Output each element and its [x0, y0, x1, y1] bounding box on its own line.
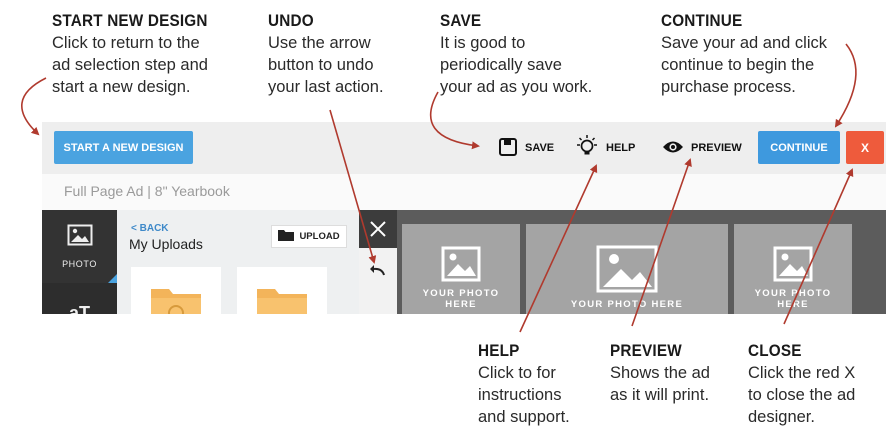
- callout-text: Shows the ad: [610, 364, 710, 382]
- callout-text: continue to begin the: [661, 56, 815, 74]
- callout-undo: UNDO Use the arrow button to undo your l…: [268, 10, 384, 98]
- photo-slot[interactable]: YOUR PHOTO HERE: [526, 224, 728, 314]
- callout-preview: PREVIEW Shows the ad as it will print.: [610, 340, 710, 406]
- callout-text: and support.: [478, 408, 570, 426]
- eye-icon: [662, 140, 684, 157]
- rail-photo-label: PHOTO: [62, 259, 97, 269]
- editor-area: PHOTO aT < BACK My Uploads UPLOAD YOUR P…: [42, 210, 886, 314]
- callout-text: designer.: [748, 408, 815, 426]
- callout-text: your ad as you work.: [440, 78, 593, 96]
- callout-continue: CONTINUE Save your ad and click continue…: [661, 10, 827, 98]
- designer-toolbar: START A NEW DESIGN SAVE HELP PREVIEW CON…: [42, 122, 886, 174]
- callout-text: Click to return to the: [52, 34, 200, 52]
- callout-title: CLOSE: [748, 341, 802, 360]
- image-icon: [773, 246, 813, 282]
- photo-slot[interactable]: YOUR PHOTO HERE: [734, 224, 852, 314]
- callout-title: START NEW DESIGN: [52, 11, 208, 30]
- callout-text: to close the ad: [748, 386, 856, 404]
- callout-title: HELP: [478, 341, 520, 360]
- callout-title: PREVIEW: [610, 341, 682, 360]
- action-strip: [359, 210, 397, 314]
- help-label: HELP: [606, 142, 636, 154]
- rail-photo-tab[interactable]: PHOTO: [42, 210, 117, 283]
- continue-button[interactable]: CONTINUE: [758, 131, 840, 164]
- undo-icon: [370, 265, 385, 276]
- callout-save: SAVE It is good to periodically save you…: [440, 10, 592, 98]
- upload-label: UPLOAD: [299, 231, 340, 242]
- panel-title: My Uploads: [129, 236, 203, 252]
- save-button[interactable]: SAVE: [498, 122, 554, 174]
- callout-text: It is good to: [440, 34, 526, 52]
- chevron-left-icon: <: [131, 223, 140, 234]
- upload-thumbnail[interactable]: [237, 267, 327, 314]
- callout-start-new-design: START NEW DESIGN Click to return to the …: [52, 10, 225, 98]
- callout-text: purchase process.: [661, 78, 796, 96]
- close-designer-button[interactable]: X: [846, 131, 884, 164]
- callout-title: SAVE: [440, 11, 482, 30]
- close-panel-button[interactable]: [359, 210, 397, 248]
- close-icon: [370, 221, 386, 237]
- back-label: BACK: [139, 223, 169, 234]
- callout-text: instructions: [478, 386, 562, 404]
- folder-icon: [257, 289, 307, 314]
- callout-title: UNDO: [268, 11, 314, 30]
- back-link[interactable]: < BACK: [131, 223, 169, 234]
- callout-text: ad selection step and: [52, 56, 208, 74]
- upload-button[interactable]: UPLOAD: [271, 225, 347, 248]
- photo-slot[interactable]: YOUR PHOTO HERE: [402, 224, 520, 314]
- photo-placeholder-text: YOUR PHOTO HERE: [754, 288, 832, 310]
- folder-icon: [151, 289, 201, 314]
- callout-text: Save your ad and click: [661, 34, 828, 52]
- callout-text: Use the arrow: [268, 34, 371, 52]
- rail-text-tab[interactable]: aT: [42, 283, 117, 314]
- document-title-bar: Full Page Ad | 8" Yearbook: [42, 174, 886, 210]
- image-icon: [596, 245, 658, 293]
- callout-text: start a new design.: [52, 78, 191, 96]
- undo-button[interactable]: [359, 260, 397, 280]
- callout-text: Click the red X: [748, 364, 856, 382]
- callout-help: HELP Click to for instructions and suppo…: [478, 340, 570, 428]
- image-icon: [67, 224, 93, 251]
- save-icon: [498, 137, 518, 160]
- folder-icon: [278, 229, 295, 244]
- uploads-panel: < BACK My Uploads UPLOAD: [117, 210, 359, 314]
- preview-label: PREVIEW: [691, 142, 742, 154]
- callout-text: Click to for: [478, 364, 556, 382]
- callout-title: CONTINUE: [661, 11, 743, 30]
- start-new-design-button[interactable]: START A NEW DESIGN: [54, 131, 193, 164]
- photo-placeholder-text: YOUR PHOTO HERE: [570, 299, 684, 310]
- image-icon: [441, 246, 481, 282]
- upload-thumbnail[interactable]: [131, 267, 221, 314]
- preview-button[interactable]: PREVIEW: [662, 122, 742, 174]
- callout-close: CLOSE Click the red X to close the ad de…: [748, 340, 855, 428]
- document-title: Full Page Ad | 8" Yearbook: [64, 183, 230, 199]
- arrow-continue: [834, 43, 857, 128]
- photo-placeholder-text: YOUR PHOTO HERE: [422, 288, 500, 310]
- lightbulb-icon: [575, 134, 599, 163]
- callout-text: as it will print.: [610, 386, 710, 404]
- tool-rail: PHOTO aT: [42, 210, 117, 314]
- callout-text: button to undo: [268, 56, 374, 74]
- help-button[interactable]: HELP: [575, 122, 635, 174]
- save-label: SAVE: [525, 142, 555, 154]
- callout-text: your last action.: [268, 78, 384, 96]
- callout-text: periodically save: [440, 56, 562, 74]
